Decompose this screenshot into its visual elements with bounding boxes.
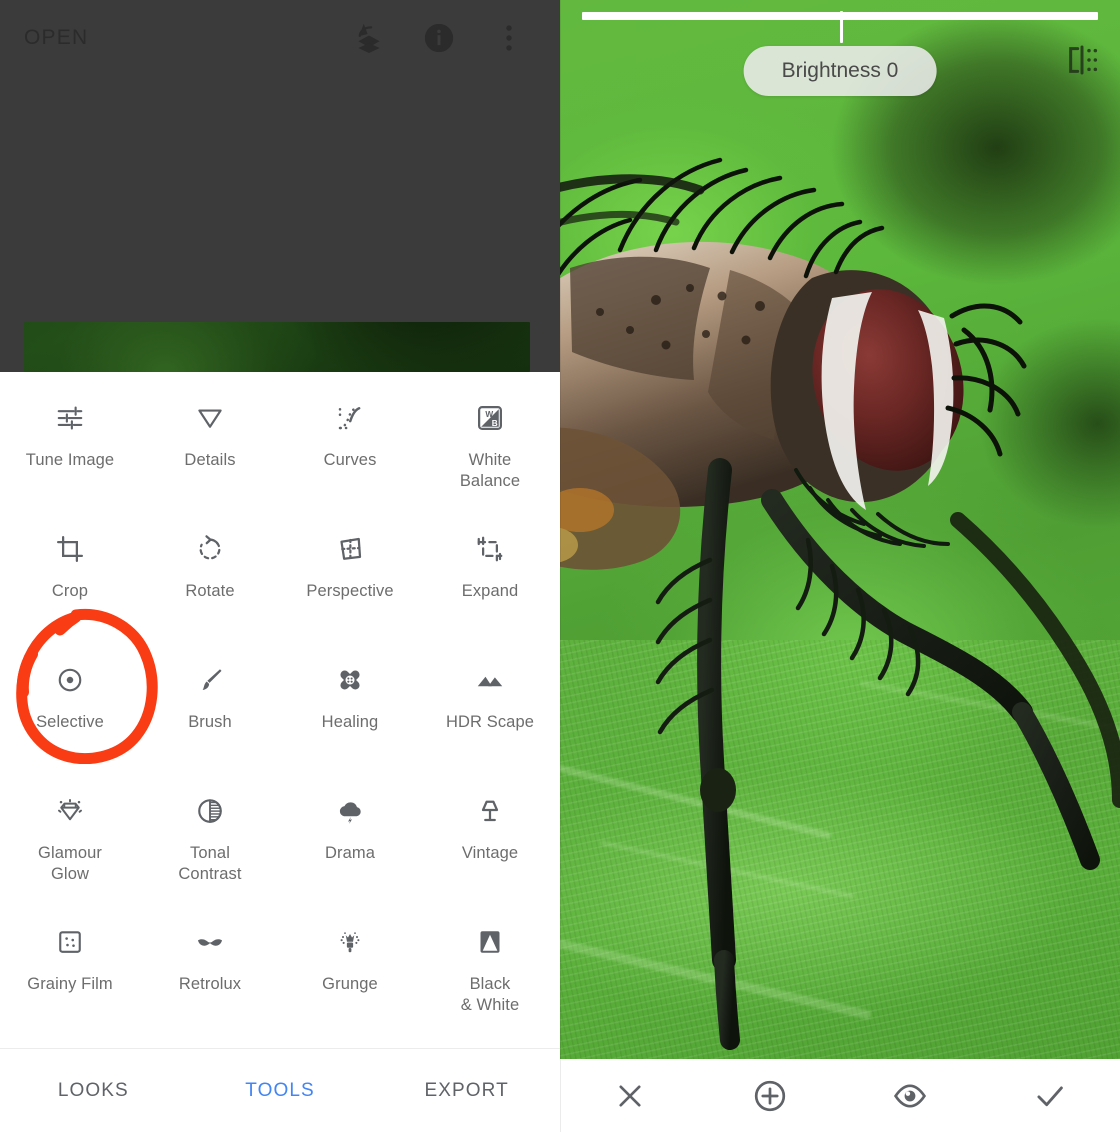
tool-white-balance[interactable]: W B White Balance <box>420 382 560 513</box>
preview-image <box>24 322 530 372</box>
tool-label: Perspective <box>306 582 394 600</box>
tab-looks[interactable]: LOOKS <box>0 1080 187 1102</box>
viewer-toolbar <box>560 1059 1120 1132</box>
selective-target-icon <box>48 658 92 702</box>
tool-label: Drama <box>324 844 375 862</box>
tool-retrolux[interactable]: Retrolux <box>140 906 280 1037</box>
tool-row6-cell-2[interactable] <box>140 1037 280 1048</box>
expand-icon <box>468 527 512 571</box>
tool-label: Tonal Contrast <box>178 844 242 883</box>
tool-label: White Balance <box>459 451 521 490</box>
tool-expand[interactable]: Expand <box>420 513 560 644</box>
tools-sheet: Tune Image Details Curves W B White Bala… <box>0 372 560 1048</box>
tool-healing[interactable]: Healing <box>280 644 420 775</box>
photo-canvas[interactable]: Brightness 0 <box>560 0 1120 1059</box>
sliders-icon <box>48 396 92 440</box>
tool-label: HDR Scape <box>445 713 535 731</box>
tool-brush[interactable]: Brush <box>140 644 280 775</box>
editor-backdrop: OPEN <box>0 0 560 372</box>
tool-black-white[interactable]: Black & White <box>420 906 560 1037</box>
undo-stack-icon[interactable] <box>352 21 386 55</box>
tool-label: Retrolux <box>178 975 242 993</box>
tool-label: Expand <box>461 582 519 600</box>
tool-tune-image[interactable]: Tune Image <box>0 382 140 513</box>
grunge-spray-icon <box>328 920 372 964</box>
tool-label: Details <box>184 451 236 469</box>
tool-hdr-scape[interactable]: HDR Scape <box>420 644 560 775</box>
tool-details[interactable]: Details <box>140 382 280 513</box>
compare-split-icon[interactable] <box>1062 40 1102 80</box>
tool-tonal-contrast[interactable]: Tonal Contrast <box>140 775 280 906</box>
info-icon[interactable] <box>422 21 456 55</box>
tool-drama[interactable]: Drama <box>280 775 420 906</box>
tool-label: Black & White <box>460 975 520 1014</box>
tool-grid: Tune Image Details Curves W B White Bala… <box>0 372 560 1048</box>
healing-bandage-icon <box>328 658 372 702</box>
tool-glamour-glow[interactable]: Glamour Glow <box>0 775 140 906</box>
moustache-icon <box>188 920 232 964</box>
gem-icon <box>48 789 92 833</box>
tool-label: Selective <box>36 713 104 731</box>
image-preview-strip <box>24 322 530 372</box>
tool-label: Curves <box>323 451 377 469</box>
tool-vintage[interactable]: Vintage <box>420 775 560 906</box>
curve-icon <box>328 396 372 440</box>
editor-panel: OPEN Tune Image Details Curves W B White… <box>0 0 560 1132</box>
triangle-down-icon <box>188 396 232 440</box>
bottom-tab-bar: LOOKS TOOLS EXPORT <box>0 1048 560 1132</box>
tool-label: Grunge <box>322 975 378 993</box>
brush-icon <box>188 658 232 702</box>
header-icon-group <box>352 21 536 55</box>
svg-text:B: B <box>492 419 498 428</box>
viewer-panel: Brightness 0 <box>560 0 1120 1132</box>
add-control-point-button[interactable] <box>700 1078 840 1114</box>
tool-label: Brush <box>188 713 232 731</box>
apply-button[interactable] <box>980 1078 1120 1114</box>
overflow-menu-icon[interactable] <box>492 21 526 55</box>
tool-label: Tune Image <box>25 451 115 469</box>
crop-icon <box>48 527 92 571</box>
fly-photo-subject <box>560 157 1120 1050</box>
tool-rotate[interactable]: Rotate <box>140 513 280 644</box>
tool-curves[interactable]: Curves <box>280 382 420 513</box>
tool-perspective[interactable]: Perspective <box>280 513 420 644</box>
storm-cloud-icon <box>328 789 372 833</box>
tool-row6-cell-4[interactable] <box>420 1037 560 1048</box>
panel-divider <box>560 0 561 1132</box>
mountains-icon <box>468 658 512 702</box>
half-circle-icon <box>188 789 232 833</box>
svg-text:W: W <box>485 410 493 419</box>
grain-square-icon <box>48 920 92 964</box>
tool-row6-cell-3[interactable] <box>280 1037 420 1048</box>
perspective-icon <box>328 527 372 571</box>
white-balance-icon: W B <box>468 396 512 440</box>
tab-tools[interactable]: TOOLS <box>187 1080 374 1102</box>
editor-header: OPEN <box>0 0 560 76</box>
tool-grainy-film[interactable]: Grainy Film <box>0 906 140 1037</box>
tool-label: Glamour Glow <box>38 844 102 883</box>
preview-eye-button[interactable] <box>840 1078 980 1114</box>
tab-export[interactable]: EXPORT <box>373 1080 560 1102</box>
black-white-icon <box>468 920 512 964</box>
cancel-button[interactable] <box>560 1079 700 1113</box>
tool-row6-cell-1[interactable] <box>0 1037 140 1048</box>
tool-label: Rotate <box>185 582 235 600</box>
tool-crop[interactable]: Crop <box>0 513 140 644</box>
open-button[interactable]: OPEN <box>24 26 88 50</box>
slider-thumb[interactable] <box>840 11 843 43</box>
tool-selective[interactable]: Selective <box>0 644 140 775</box>
tool-label: Healing <box>321 713 379 731</box>
tool-label: Grainy Film <box>27 975 113 993</box>
slider-value-pill: Brightness 0 <box>743 46 937 96</box>
rotate-icon <box>188 527 232 571</box>
lamp-icon <box>468 789 512 833</box>
tool-label: Vintage <box>461 844 519 862</box>
parameter-slider[interactable] <box>582 11 1098 43</box>
app-root: OPEN Tune Image Details Curves W B White… <box>0 0 1120 1132</box>
tool-label: Crop <box>51 582 89 600</box>
tool-grunge[interactable]: Grunge <box>280 906 420 1037</box>
